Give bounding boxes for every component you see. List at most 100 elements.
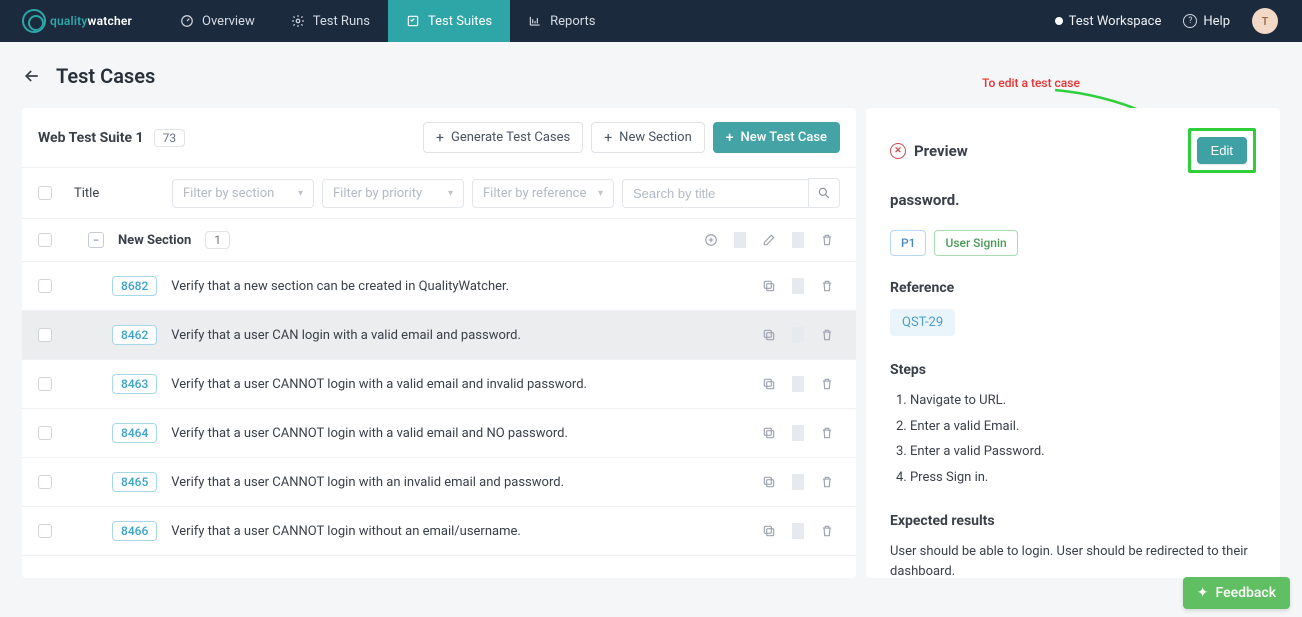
select-all-checkbox[interactable] — [38, 186, 52, 200]
preview-heading: Preview — [914, 142, 968, 160]
case-id-pill[interactable]: 8465 — [112, 472, 157, 492]
separator — [792, 327, 804, 343]
nav-overview[interactable]: Overview — [162, 0, 273, 42]
delete-case-icon[interactable] — [814, 522, 840, 540]
delete-case-icon[interactable] — [814, 277, 840, 295]
delete-case-icon[interactable] — [814, 424, 840, 442]
edit-button[interactable]: Edit — [1197, 137, 1247, 164]
delete-section-icon[interactable] — [814, 231, 840, 249]
btn-label: New Section — [619, 130, 692, 145]
back-arrow-icon[interactable] — [22, 66, 42, 86]
test-case-row[interactable]: 8462 Verify that a user CAN login with a… — [22, 311, 856, 360]
test-case-row[interactable]: 8465 Verify that a user CANNOT login wit… — [22, 458, 856, 507]
new-section-button[interactable]: + New Section — [591, 122, 705, 153]
nav-label: Overview — [202, 14, 255, 29]
case-id-pill[interactable]: 8466 — [112, 521, 157, 541]
case-title: Verify that a user CANNOT login without … — [171, 524, 521, 539]
copy-case-icon[interactable] — [756, 326, 782, 344]
case-id-pill[interactable]: 8463 — [112, 374, 157, 394]
expected-text: User should be able to login. User shoul… — [890, 542, 1256, 578]
filter-priority-select[interactable]: Filter by priority▾ — [322, 179, 464, 208]
preview-panel: ✕ Preview Edit password. P1 User Signin … — [866, 108, 1280, 578]
section-row: − New Section 1 — [22, 219, 856, 262]
priority-tag: P1 — [890, 230, 926, 256]
new-test-case-button[interactable]: +New Test Case — [713, 122, 840, 153]
test-case-row[interactable]: 8466 Verify that a user CANNOT login wit… — [22, 507, 856, 556]
delete-case-icon[interactable] — [814, 326, 840, 344]
page-title: Test Cases — [56, 64, 155, 88]
gauge-icon — [180, 14, 194, 28]
separator — [792, 232, 804, 248]
help-link[interactable]: ? Help — [1183, 14, 1230, 29]
separator — [734, 232, 746, 248]
row-checkbox[interactable] — [38, 426, 52, 440]
reference-link[interactable]: QST-29 — [890, 309, 955, 337]
close-preview-icon[interactable]: ✕ — [890, 143, 906, 159]
workspace-switcher[interactable]: Test Workspace — [1055, 14, 1162, 29]
step-item: Navigate to URL. — [896, 391, 1256, 411]
plus-icon: + — [436, 131, 444, 145]
btn-label: New Test Case — [741, 130, 827, 145]
search-icon — [817, 186, 831, 200]
search-button[interactable] — [808, 178, 840, 208]
nav-reports[interactable]: Reports — [510, 0, 613, 42]
case-title: Verify that a new section can be created… — [171, 279, 509, 294]
filter-row: Title Filter by section▾ Filter by prior… — [22, 167, 856, 219]
chevron-down-icon: ▾ — [448, 188, 453, 199]
row-checkbox[interactable] — [38, 475, 52, 489]
add-case-icon[interactable] — [698, 231, 724, 249]
logo[interactable]: qualitywatcher — [22, 9, 132, 33]
nav-testruns[interactable]: Test Runs — [273, 0, 388, 42]
filter-section-select[interactable]: Filter by section▾ — [172, 179, 314, 208]
nav-testsuites[interactable]: Test Suites — [388, 0, 510, 42]
case-title: Verify that a user CANNOT login with a v… — [171, 377, 587, 392]
preview-case-title-tail: password. — [890, 189, 1256, 212]
row-checkbox[interactable] — [38, 279, 52, 293]
test-case-row[interactable]: 8464 Verify that a user CANNOT login wit… — [22, 409, 856, 458]
feedback-button[interactable]: ✦ Feedback — [1183, 577, 1290, 609]
workspace-dot-icon — [1055, 17, 1063, 25]
workspace-name: Test Workspace — [1069, 14, 1162, 29]
delete-case-icon[interactable] — [814, 473, 840, 491]
copy-case-icon[interactable] — [756, 424, 782, 442]
copy-case-icon[interactable] — [756, 522, 782, 540]
suite-header: Web Test Suite 1 73 +Generate Test Cases… — [22, 108, 856, 167]
nav-label: Test Runs — [313, 14, 370, 29]
edit-section-icon[interactable] — [756, 231, 782, 249]
filter-reference-select[interactable]: Filter by reference▾ — [472, 179, 614, 208]
avatar[interactable]: T — [1252, 8, 1278, 34]
search-title-input[interactable] — [622, 179, 808, 208]
copy-case-icon[interactable] — [756, 277, 782, 295]
separator — [792, 278, 804, 294]
copy-case-icon[interactable] — [756, 473, 782, 491]
sparkle-icon: ✦ — [1197, 585, 1209, 601]
logo-text-a: quality — [50, 14, 88, 28]
section-count: 1 — [205, 231, 230, 249]
row-checkbox[interactable] — [38, 377, 52, 391]
collapse-section-icon[interactable]: − — [88, 232, 104, 248]
help-icon: ? — [1183, 14, 1197, 28]
generate-test-cases-button[interactable]: +Generate Test Cases — [423, 122, 583, 153]
signin-tag: User Signin — [934, 230, 1017, 256]
title-column-header: Title — [74, 186, 99, 201]
edit-button-highlight: Edit — [1188, 128, 1256, 173]
placeholder: Filter by reference — [483, 186, 586, 201]
row-checkbox[interactable] — [38, 524, 52, 538]
test-case-row[interactable]: 8463 Verify that a user CANNOT login wit… — [22, 360, 856, 409]
step-item: Press Sign in. — [896, 468, 1256, 488]
logo-icon — [22, 9, 46, 33]
separator — [792, 523, 804, 539]
logo-text-b: watcher — [88, 14, 132, 28]
test-case-row[interactable]: 8682 Verify that a new section can be cr… — [22, 262, 856, 311]
plus-icon: + — [604, 131, 612, 145]
steps-heading: Steps — [890, 360, 1256, 381]
copy-case-icon[interactable] — [756, 375, 782, 393]
case-id-pill[interactable]: 8462 — [112, 325, 157, 345]
delete-case-icon[interactable] — [814, 375, 840, 393]
case-id-pill[interactable]: 8682 — [112, 276, 157, 296]
feedback-label: Feedback — [1216, 585, 1276, 601]
row-checkbox[interactable] — [38, 328, 52, 342]
case-id-pill[interactable]: 8464 — [112, 423, 157, 443]
section-checkbox[interactable] — [38, 233, 52, 247]
section-name: New Section — [118, 233, 191, 248]
